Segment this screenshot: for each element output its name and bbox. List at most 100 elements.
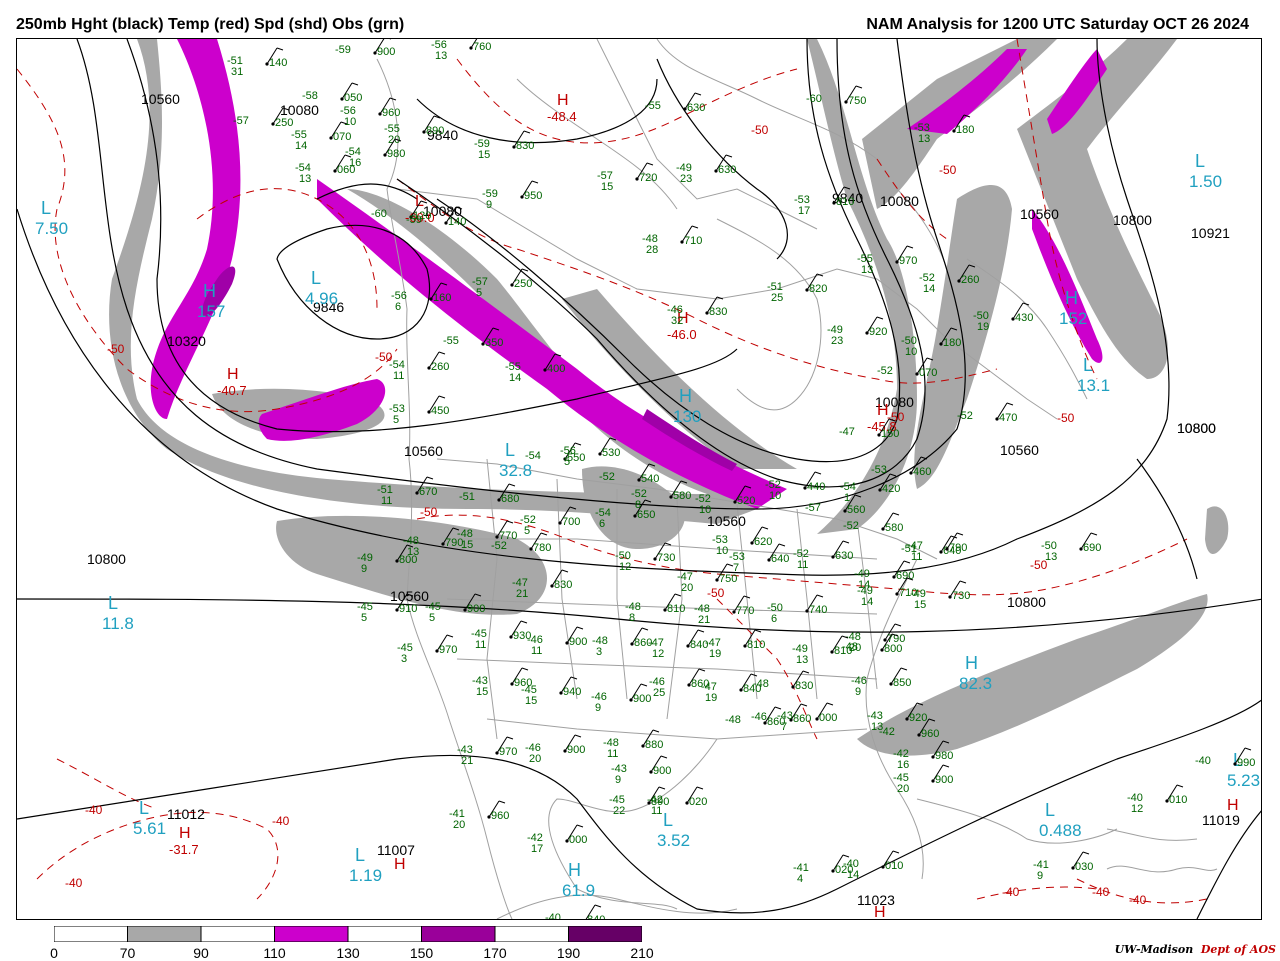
speed-extremum-value: 5.61 [133,819,166,838]
observation-dewpoint-depression: 10 [716,545,728,557]
observation-dewpoint-depression: 17 [531,843,543,855]
height-label: 10320 [167,333,206,349]
station-observation: -50 7406 [767,594,827,625]
height-label: 10921 [1191,225,1230,241]
observation-dewpoint-depression: 10 [769,490,781,502]
observation-height: 830 [709,306,727,318]
observation-dewpoint-depression: 3 [596,646,602,658]
observation-dewpoint-depression: 1 [844,492,850,504]
observation-dewpoint-depression: 11 [381,495,392,507]
speed-extremum-letter: H [965,653,978,673]
observation-height: 000 [819,712,837,724]
scale-bin [54,926,128,942]
scale-tick-label: 110 [263,945,286,961]
temperature-label: -40 [85,803,103,817]
observation-dewpoint-depression: 13 [299,173,311,185]
observation-dewpoint-depression: 11 [651,805,662,817]
station-observation: -40 990 [1195,747,1255,769]
scale-tick-label: 90 [193,945,209,961]
observation-temperature: -51 [459,491,475,503]
wind-speed-shading [109,39,1229,756]
observation-height: 940 [563,686,581,698]
temperature-label: -40 [1002,885,1020,899]
wind-barb-flag [426,476,434,480]
observation-height: 920 [909,712,927,724]
station-observation: -52 44010 [765,471,825,502]
observation-height: 630 [687,102,705,114]
observation-height: 730 [952,590,970,602]
observation-dewpoint-depression: 11 [393,370,404,382]
observation-dewpoint-depression: 14 [847,869,859,881]
wind-barb-flag [855,85,863,89]
temperature-extremum-value: -48.4 [547,109,577,124]
speed-extremum-value: 3.52 [657,831,690,850]
wind-barb-flag [446,634,454,638]
observation-height: 010 [1169,794,1187,806]
temperature-label: -50 [887,410,905,424]
observation-height: 740 [809,604,827,616]
observation-dewpoint-depression: 13 [1045,551,1057,563]
wind-barb-flag [438,351,446,355]
temperature-contour-line [456,58,798,144]
scale-bin [274,926,349,942]
observation-dewpoint-depression: 5 [361,612,367,624]
height-label: 10560 [707,513,746,529]
wind-barb-flag [660,755,668,759]
speed-extremum-letter: L [1195,151,1205,171]
height-contour-line [656,58,788,260]
speed-extremum-letter: L [663,810,673,830]
station-observation: -51 82025 [767,273,827,304]
wind-barb-flag [351,82,359,86]
observation-dewpoint-depression: 11 [475,639,486,651]
observation-dewpoint-depression: 9 [595,702,601,714]
station-observation: -49 63023 [676,154,736,185]
temperature-extremum-value: -40.7 [217,383,247,398]
observation-height: 160 [433,292,451,304]
geographic-outline [1106,828,1198,841]
height-label: 10800 [1177,420,1216,436]
station-observation: -56 5305 [560,437,620,468]
wind-barb-flag [906,245,914,249]
geographic-outline [1106,865,1218,873]
wind-barb-flag [802,670,810,674]
observation-dewpoint-depression: 19 [977,321,989,333]
observation-temperature: -48 [842,641,858,653]
wind-barb-flag [894,623,902,627]
observation-dewpoint-depression: 17 [798,205,810,217]
observation-dewpoint-depression: 11 [797,559,808,571]
wind-barb-flag [1244,747,1252,751]
wind-barb-flag [956,532,964,536]
observation-dewpoint-depression: 22 [613,805,625,817]
observation-dewpoint-depression: 11 [531,645,542,657]
observation-height: 900 [569,636,587,648]
observation-temperature: -52 [491,540,507,552]
station-observation: -43 97021 [457,736,517,767]
station-observation: -59 83015 [474,130,534,161]
observation-height: 830 [795,680,813,692]
observation-height: 470 [999,412,1017,424]
station-observation: -49 73015 [910,580,970,611]
station-observation: -48 77021 [694,595,754,626]
observation-height: 630 [718,164,736,176]
observation-temperature: -57 [233,115,249,127]
observation-height: 960 [382,107,400,119]
observation-dewpoint-depression: 20 [529,753,541,765]
observation-height: 250 [514,278,532,290]
observation-height: 780 [533,542,551,554]
wind-barb-flag [664,542,672,546]
wind-barb-flag [942,764,950,768]
observation-dewpoint-depression: 20 [453,819,465,831]
speed-extremum-letter: L [311,268,321,288]
temperature-extremum-letter: H [1227,797,1239,814]
station-observation: -54 26011 [389,351,449,382]
observation-dewpoint-depression: 15 [461,539,473,551]
wind-barb-flag [523,130,531,134]
speed-extremum-letter: L [108,593,118,613]
observation-dewpoint-depression: 14 [861,596,873,608]
observation-dewpoint-depression: 25 [653,687,665,699]
height-label: 10560 [404,443,443,459]
wind-barb-flag [531,180,539,184]
observation-temperature: -46 [751,711,767,723]
observation-height: 580 [673,490,691,502]
temperature-extremum-value: -31.7 [169,842,199,857]
